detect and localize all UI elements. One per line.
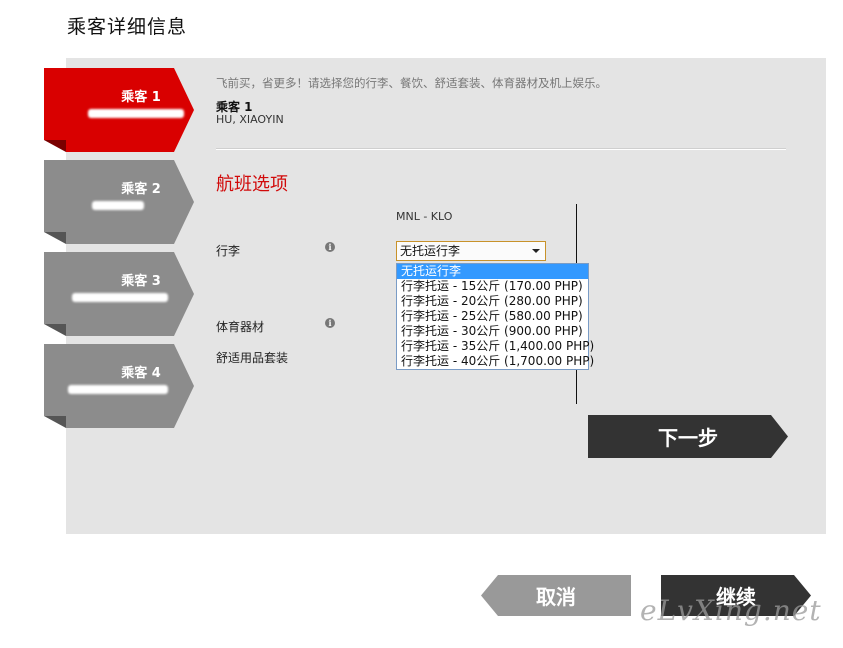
baggage-option[interactable]: 行李托运 - 30公斤 (900.00 PHP) [397,324,588,339]
redacted-name [72,293,168,302]
baggage-label: 行李 [216,244,241,258]
next-step-button[interactable]: 下一步 [588,415,788,458]
baggage-option[interactable]: 行李托运 - 35公斤 (1,400.00 PHP) [397,339,594,354]
baggage-dropdown-list[interactable]: 无托运行李 行李托运 - 15公斤 (170.00 PHP) 行李托运 - 20… [396,263,594,370]
passenger-tab-3[interactable]: 乘客 3 [44,252,194,336]
sports-info-icon[interactable]: i [325,318,335,328]
intro-text: 飞前买，省更多！请选择您的行李、餐饮、舒适套装、体育器材及机上娱乐。 [216,76,607,90]
current-passenger-name: HU, XIAOYIN [216,113,284,126]
baggage-option[interactable]: 无托运行李 [397,264,588,279]
passenger-tab-2[interactable]: 乘客 2 [44,160,194,244]
passenger-tab-1[interactable]: 乘客 1 [44,68,194,152]
chevron-down-icon [532,249,540,253]
passenger-tab-label: 乘客 1 [121,90,161,105]
route-label: MNL - KLO [396,210,453,223]
baggage-option[interactable]: 行李托运 - 15公斤 (170.00 PHP) [397,279,588,294]
baggage-option[interactable]: 行李托运 - 40公斤 (1,700.00 PHP) [397,354,594,369]
baggage-option[interactable]: 行李托运 - 20公斤 (280.00 PHP) [397,294,588,309]
comfort-kit-label: 舒适用品套装 [216,351,289,365]
cancel-label: 取消 [536,585,576,609]
divider [216,148,786,150]
baggage-select-value: 无托运行李 [400,244,461,258]
redacted-name [92,201,144,210]
baggage-select[interactable]: 无托运行李 [396,241,546,261]
passenger-tab-label: 乘客 4 [121,366,161,381]
sports-equipment-label: 体育器材 [216,320,265,334]
page-title: 乘客详细信息 [67,16,188,38]
section-title: 航班选项 [216,174,288,195]
redacted-name [68,385,168,394]
passenger-tab-label: 乘客 2 [121,182,161,197]
cancel-button[interactable]: 取消 [481,575,631,616]
baggage-option[interactable]: 行李托运 - 25公斤 (580.00 PHP) [397,309,588,324]
passenger-tab-4[interactable]: 乘客 4 [44,344,194,428]
baggage-info-icon[interactable]: i [325,242,335,252]
redacted-name [88,109,184,118]
next-step-label: 下一步 [658,426,718,450]
passenger-tab-label: 乘客 3 [121,274,161,289]
watermark: eLvXing.net [640,594,822,627]
